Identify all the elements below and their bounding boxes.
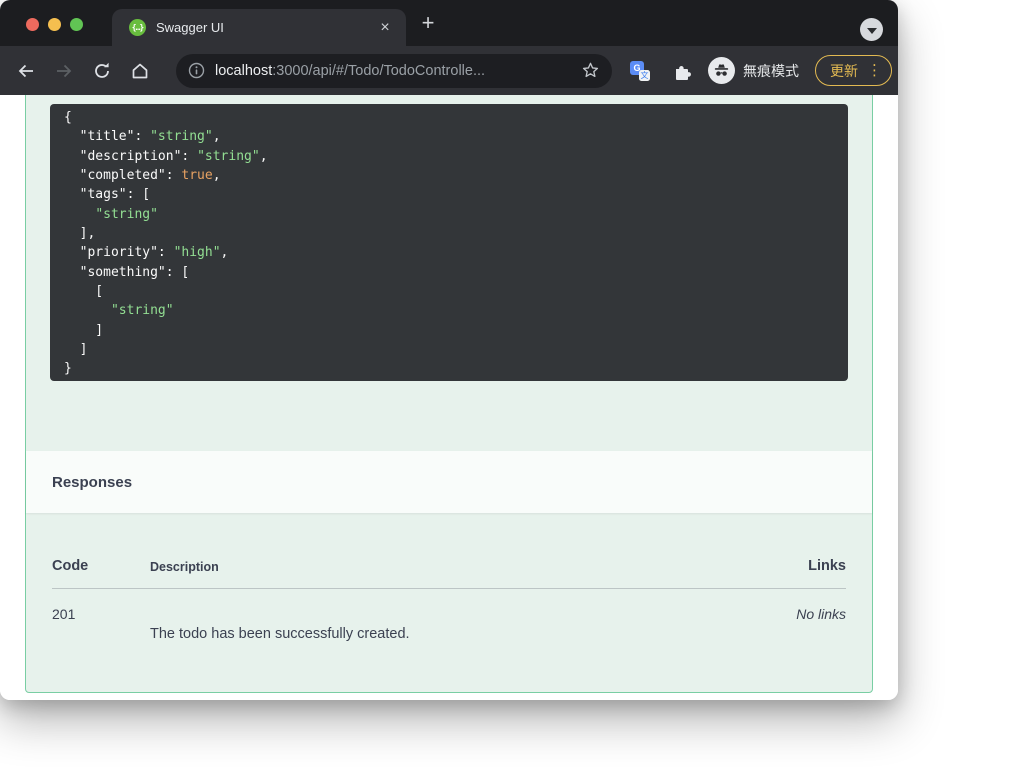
column-header-code: Code [52,558,89,574]
star-icon [582,62,599,78]
back-arrow-icon [18,64,33,77]
close-window-button[interactable] [26,18,39,31]
tab-swagger-ui[interactable]: {…} Swagger UI × [112,9,406,46]
puzzle-piece-icon [676,65,691,80]
tab-close-icon[interactable]: × [376,19,394,36]
incognito-icon [714,64,729,76]
url-text: localhost:3000/api/#/Todo/TodoControlle.… [215,62,486,79]
tab-search-button[interactable] [860,18,883,41]
incognito-mode-label: 無痕模式 [743,62,799,79]
browser-window: {…} Swagger UI × + localhost:3000/api/#/… [0,0,898,700]
column-header-description: Description [150,560,219,574]
kebab-menu-icon: ⋮ [867,61,882,79]
chevron-down-icon [866,27,877,34]
site-info-icon[interactable] [188,62,205,79]
response-description: The todo has been successfully created. [150,626,410,642]
translate-cjk-icon: 文 [639,69,650,81]
table-row: 201 The todo has been successfully creat… [52,589,846,642]
new-tab-button[interactable]: + [416,10,440,36]
incognito-badge [708,57,735,84]
home-icon [132,63,148,78]
translate-extension-button[interactable]: G 文 [630,60,650,81]
response-code: 201 [52,606,76,622]
bookmark-star-button[interactable] [581,61,600,80]
home-button[interactable] [128,59,152,83]
update-label: 更新 [830,62,858,79]
window-controls [26,18,83,31]
responses-section-header: Responses [26,451,872,513]
minimize-window-button[interactable] [48,18,61,31]
screen-canvas: {…} Swagger UI × + localhost:3000/api/#/… [0,0,1024,771]
zoom-window-button[interactable] [70,18,83,31]
swagger-favicon-icon: {…} [129,19,146,36]
responses-table-header: Code Description Links [52,513,846,589]
response-links: No links [796,606,846,622]
post-operation-block: { "title": "string", "description": "str… [25,95,873,693]
responses-title: Responses [52,473,133,491]
column-header-links: Links [808,558,846,574]
code-block: { "title": "string", "description": "str… [50,104,848,381]
forward-button [52,59,76,83]
forward-arrow-icon [57,64,72,77]
address-bar[interactable]: localhost:3000/api/#/Todo/TodoControlle.… [176,53,612,88]
extensions-button[interactable] [672,61,692,81]
back-button[interactable] [14,59,38,83]
reload-button[interactable] [90,59,114,83]
reload-icon [95,62,109,78]
responses-table: Code Description Links 201 The todo has … [52,513,846,642]
chrome-update-menu-button[interactable]: 更新 ⋮ [815,55,892,86]
tab-title: Swagger UI [156,20,224,35]
browser-toolbar: localhost:3000/api/#/Todo/TodoControlle.… [0,46,898,95]
tab-strip: {…} Swagger UI × + [0,0,898,46]
swagger-page: { "title": "string", "description": "str… [0,95,898,700]
